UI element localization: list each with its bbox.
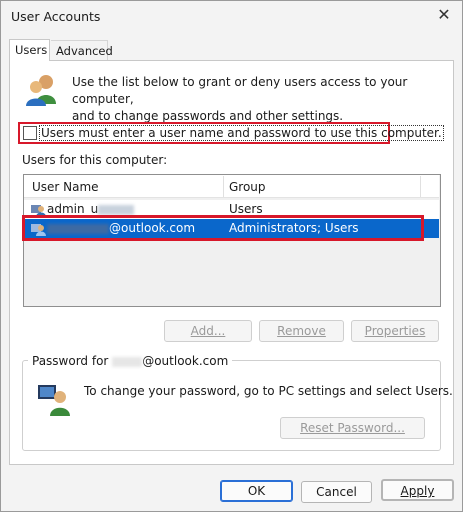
- close-icon: ✕: [437, 5, 451, 24]
- password-group-legend: Password for @outlook.com: [28, 354, 233, 368]
- apply-button[interactable]: Apply: [381, 479, 454, 501]
- ok-button[interactable]: OK: [220, 480, 293, 502]
- require-login-label[interactable]: Users must enter a user name and passwor…: [39, 125, 444, 141]
- change-password-text: To change your password, go to PC settin…: [84, 384, 453, 398]
- redacted-text: [112, 356, 143, 367]
- users-icon: [26, 75, 56, 106]
- window-title: User Accounts: [11, 9, 101, 24]
- column-separator[interactable]: [223, 176, 224, 197]
- user-monitor-icon: [38, 385, 70, 416]
- redacted-text: [98, 204, 135, 215]
- add-button[interactable]: Add...: [164, 320, 252, 342]
- properties-button[interactable]: Properties: [351, 320, 439, 342]
- require-login-checkbox[interactable]: [23, 126, 37, 140]
- column-separator[interactable]: [420, 176, 421, 197]
- column-header-user-name[interactable]: User Name: [32, 180, 99, 194]
- tab-advanced[interactable]: Advanced: [51, 40, 113, 61]
- reset-password-button[interactable]: Reset Password...: [280, 417, 425, 439]
- intro-text: Use the list below to grant or deny user…: [72, 74, 442, 125]
- selected-row-highlight: [22, 215, 424, 241]
- cancel-button[interactable]: Cancel: [301, 481, 372, 503]
- tab-users[interactable]: Users: [9, 39, 50, 61]
- close-button[interactable]: ✕: [430, 3, 458, 27]
- intro-line-1: Use the list below to grant or deny user…: [72, 75, 408, 106]
- users-list-caption: Users for this computer:: [22, 153, 168, 167]
- column-header-group[interactable]: Group: [229, 180, 266, 194]
- remove-button[interactable]: Remove: [259, 320, 344, 342]
